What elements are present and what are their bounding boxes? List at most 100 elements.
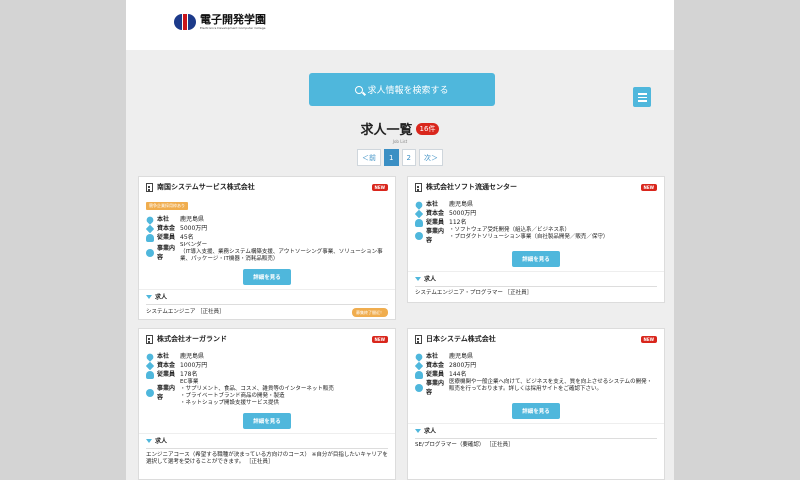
company-name[interactable]: 株式会社ソフト流通センター — [426, 182, 641, 192]
detail-button[interactable]: 詳細を見る — [243, 413, 291, 429]
info-icon — [415, 232, 423, 240]
jobs-heading: 求人 — [155, 294, 168, 301]
new-badge: NEW — [640, 335, 657, 343]
pagination-page-2[interactable]: 2 — [401, 149, 416, 166]
employees-label: 従業員 — [157, 234, 176, 241]
company-name[interactable]: 株式会社オーガランド — [157, 334, 372, 344]
pagination: ＜前 1 2 次＞ — [126, 149, 674, 166]
capital-icon — [145, 361, 155, 370]
logo-title: 電子開発学園 — [200, 13, 266, 26]
capital-label: 資本金 — [426, 210, 445, 217]
search-button-label: 求人情報を検索する — [367, 86, 449, 96]
capital-icon — [145, 224, 155, 233]
employees-icon — [146, 370, 154, 379]
employees-icon — [415, 218, 423, 227]
info-icon — [415, 384, 423, 392]
info-icon — [146, 248, 154, 257]
capital-icon — [414, 361, 424, 370]
employees-label: 従業員 — [426, 371, 445, 378]
pagination-prev[interactable]: ＜前 — [357, 149, 382, 166]
company-name[interactable]: 南国システムサービス株式会社 — [157, 182, 372, 192]
capital-value: 1000万円 — [180, 362, 208, 369]
location-label: 本社 — [157, 216, 170, 223]
business-label: 事業内容 — [426, 380, 445, 396]
job-title[interactable]: SE/プログラマー（要確認） ［正社員］ — [415, 442, 514, 449]
capital-label: 資本金 — [426, 362, 445, 369]
jobs-heading: 求人 — [155, 438, 168, 445]
location-icon — [145, 214, 155, 225]
job-title[interactable]: システムエンジニア・プログラマー ［正社員］ — [415, 290, 532, 297]
business-value: ・ソフトウェア受託開発（組込系／ビジネス系） ・プロダクトソリューション事業（自… — [449, 227, 609, 240]
pagination-next[interactable]: 次＞ — [418, 149, 443, 166]
employees-label: 従業員 — [426, 219, 445, 226]
employees-icon — [415, 370, 423, 379]
building-icon — [415, 334, 422, 344]
business-value: SIベンダー （IT導入支援、業務システム構築支援、アウトソーシング事業、ソリュ… — [180, 242, 383, 262]
location-icon — [145, 351, 155, 362]
location-icon — [414, 199, 424, 210]
new-badge: NEW — [640, 183, 657, 191]
new-badge: NEW — [371, 335, 388, 343]
logo-mark-icon — [174, 14, 196, 30]
logo-subtitle: Electronics Development Computer College — [200, 26, 266, 30]
capital-label: 資本金 — [157, 225, 176, 232]
detail-button[interactable]: 詳細を見る — [243, 269, 291, 285]
caret-down-icon[interactable] — [146, 294, 152, 299]
new-badge: NEW — [371, 183, 388, 191]
detail-button[interactable]: 詳細を見る — [512, 251, 560, 267]
menu-button[interactable] — [633, 87, 651, 107]
capital-icon — [414, 209, 424, 218]
page: 電子開発学園 Electronics Development Computer … — [126, 0, 674, 480]
caret-down-icon[interactable] — [146, 438, 152, 443]
job-card: 株式会社オーガランド NEW 本社 鹿児島県 資本金 1000万円 従業員 178名 … — [138, 328, 396, 480]
site-header: 電子開発学園 Electronics Development Computer … — [126, 0, 674, 50]
employees-value: 144名 — [449, 371, 467, 378]
location-label: 本社 — [426, 201, 439, 208]
building-icon — [146, 182, 153, 192]
page-title: 求人一覧 — [360, 123, 413, 138]
building-icon — [415, 182, 422, 192]
search-icon — [355, 85, 364, 94]
employees-value: 112名 — [449, 219, 467, 226]
feature-tag: 競争企業採用枠あり — [146, 202, 188, 210]
capital-value: 2800万円 — [449, 362, 477, 369]
location-value: 鹿児島県 — [180, 216, 205, 223]
location-value: 鹿児島県 — [180, 353, 205, 360]
business-value: EC事業 ・サプリメント、食品、コスメ、雑貨等のインターネット販売 ・プライベー… — [180, 379, 334, 406]
jobs-heading: 求人 — [424, 276, 437, 283]
employees-value: 178名 — [180, 371, 198, 378]
pagination-page-1[interactable]: 1 — [384, 149, 399, 166]
employees-value: 45名 — [180, 234, 194, 241]
count-badge: 16件 — [415, 122, 440, 135]
company-name[interactable]: 日本システム株式会社 — [426, 334, 641, 344]
jobs-heading: 求人 — [424, 428, 437, 435]
job-title[interactable]: エンジニアコース（希望する職種が決まっている方向けのコース） ※自分が目指したい… — [146, 452, 388, 466]
caret-down-icon[interactable] — [415, 276, 421, 281]
employees-icon — [146, 233, 154, 242]
detail-button[interactable]: 詳細を見る — [512, 403, 560, 419]
job-card: 株式会社ソフト流通センター NEW 本社 鹿児島県 資本金 5000万円 従業員 11… — [407, 176, 665, 303]
caret-down-icon[interactable] — [415, 428, 421, 433]
building-icon — [146, 334, 153, 344]
location-value: 鹿児島県 — [449, 201, 474, 208]
business-value: 医療機関や一般企業へ向けて、ビジネスを支え、質を向上させるシステムの開発・販売を… — [449, 379, 653, 392]
page-subtitle: Job List — [392, 139, 408, 144]
job-card: 日本システム株式会社 NEW 本社 鹿児島県 資本金 2800万円 従業員 144名 … — [407, 328, 665, 480]
business-label: 事業内容 — [157, 244, 176, 261]
location-label: 本社 — [426, 353, 439, 360]
site-logo[interactable]: 電子開発学園 Electronics Development Computer … — [174, 14, 266, 30]
search-jobs-button[interactable]: 求人情報を検索する — [309, 73, 495, 106]
business-label: 事業内容 — [157, 385, 176, 401]
list-heading: 求人一覧 16件 Job List — [126, 119, 674, 144]
business-label: 事業内容 — [426, 228, 445, 244]
employees-label: 従業員 — [157, 371, 176, 378]
job-card: 南国システムサービス株式会社 NEW 競争企業採用枠あり 本社 鹿児島県 資本金 5… — [138, 176, 396, 320]
location-icon — [414, 351, 424, 362]
job-title[interactable]: システムエンジニア ［正社員］ — [146, 309, 225, 316]
location-value: 鹿児島県 — [449, 353, 474, 360]
capital-value: 5000万円 — [449, 210, 477, 217]
deadline-badge: 募集終了間近！ — [352, 308, 388, 317]
capital-value: 5000万円 — [180, 225, 208, 232]
location-label: 本社 — [157, 353, 170, 360]
capital-label: 資本金 — [157, 362, 176, 369]
